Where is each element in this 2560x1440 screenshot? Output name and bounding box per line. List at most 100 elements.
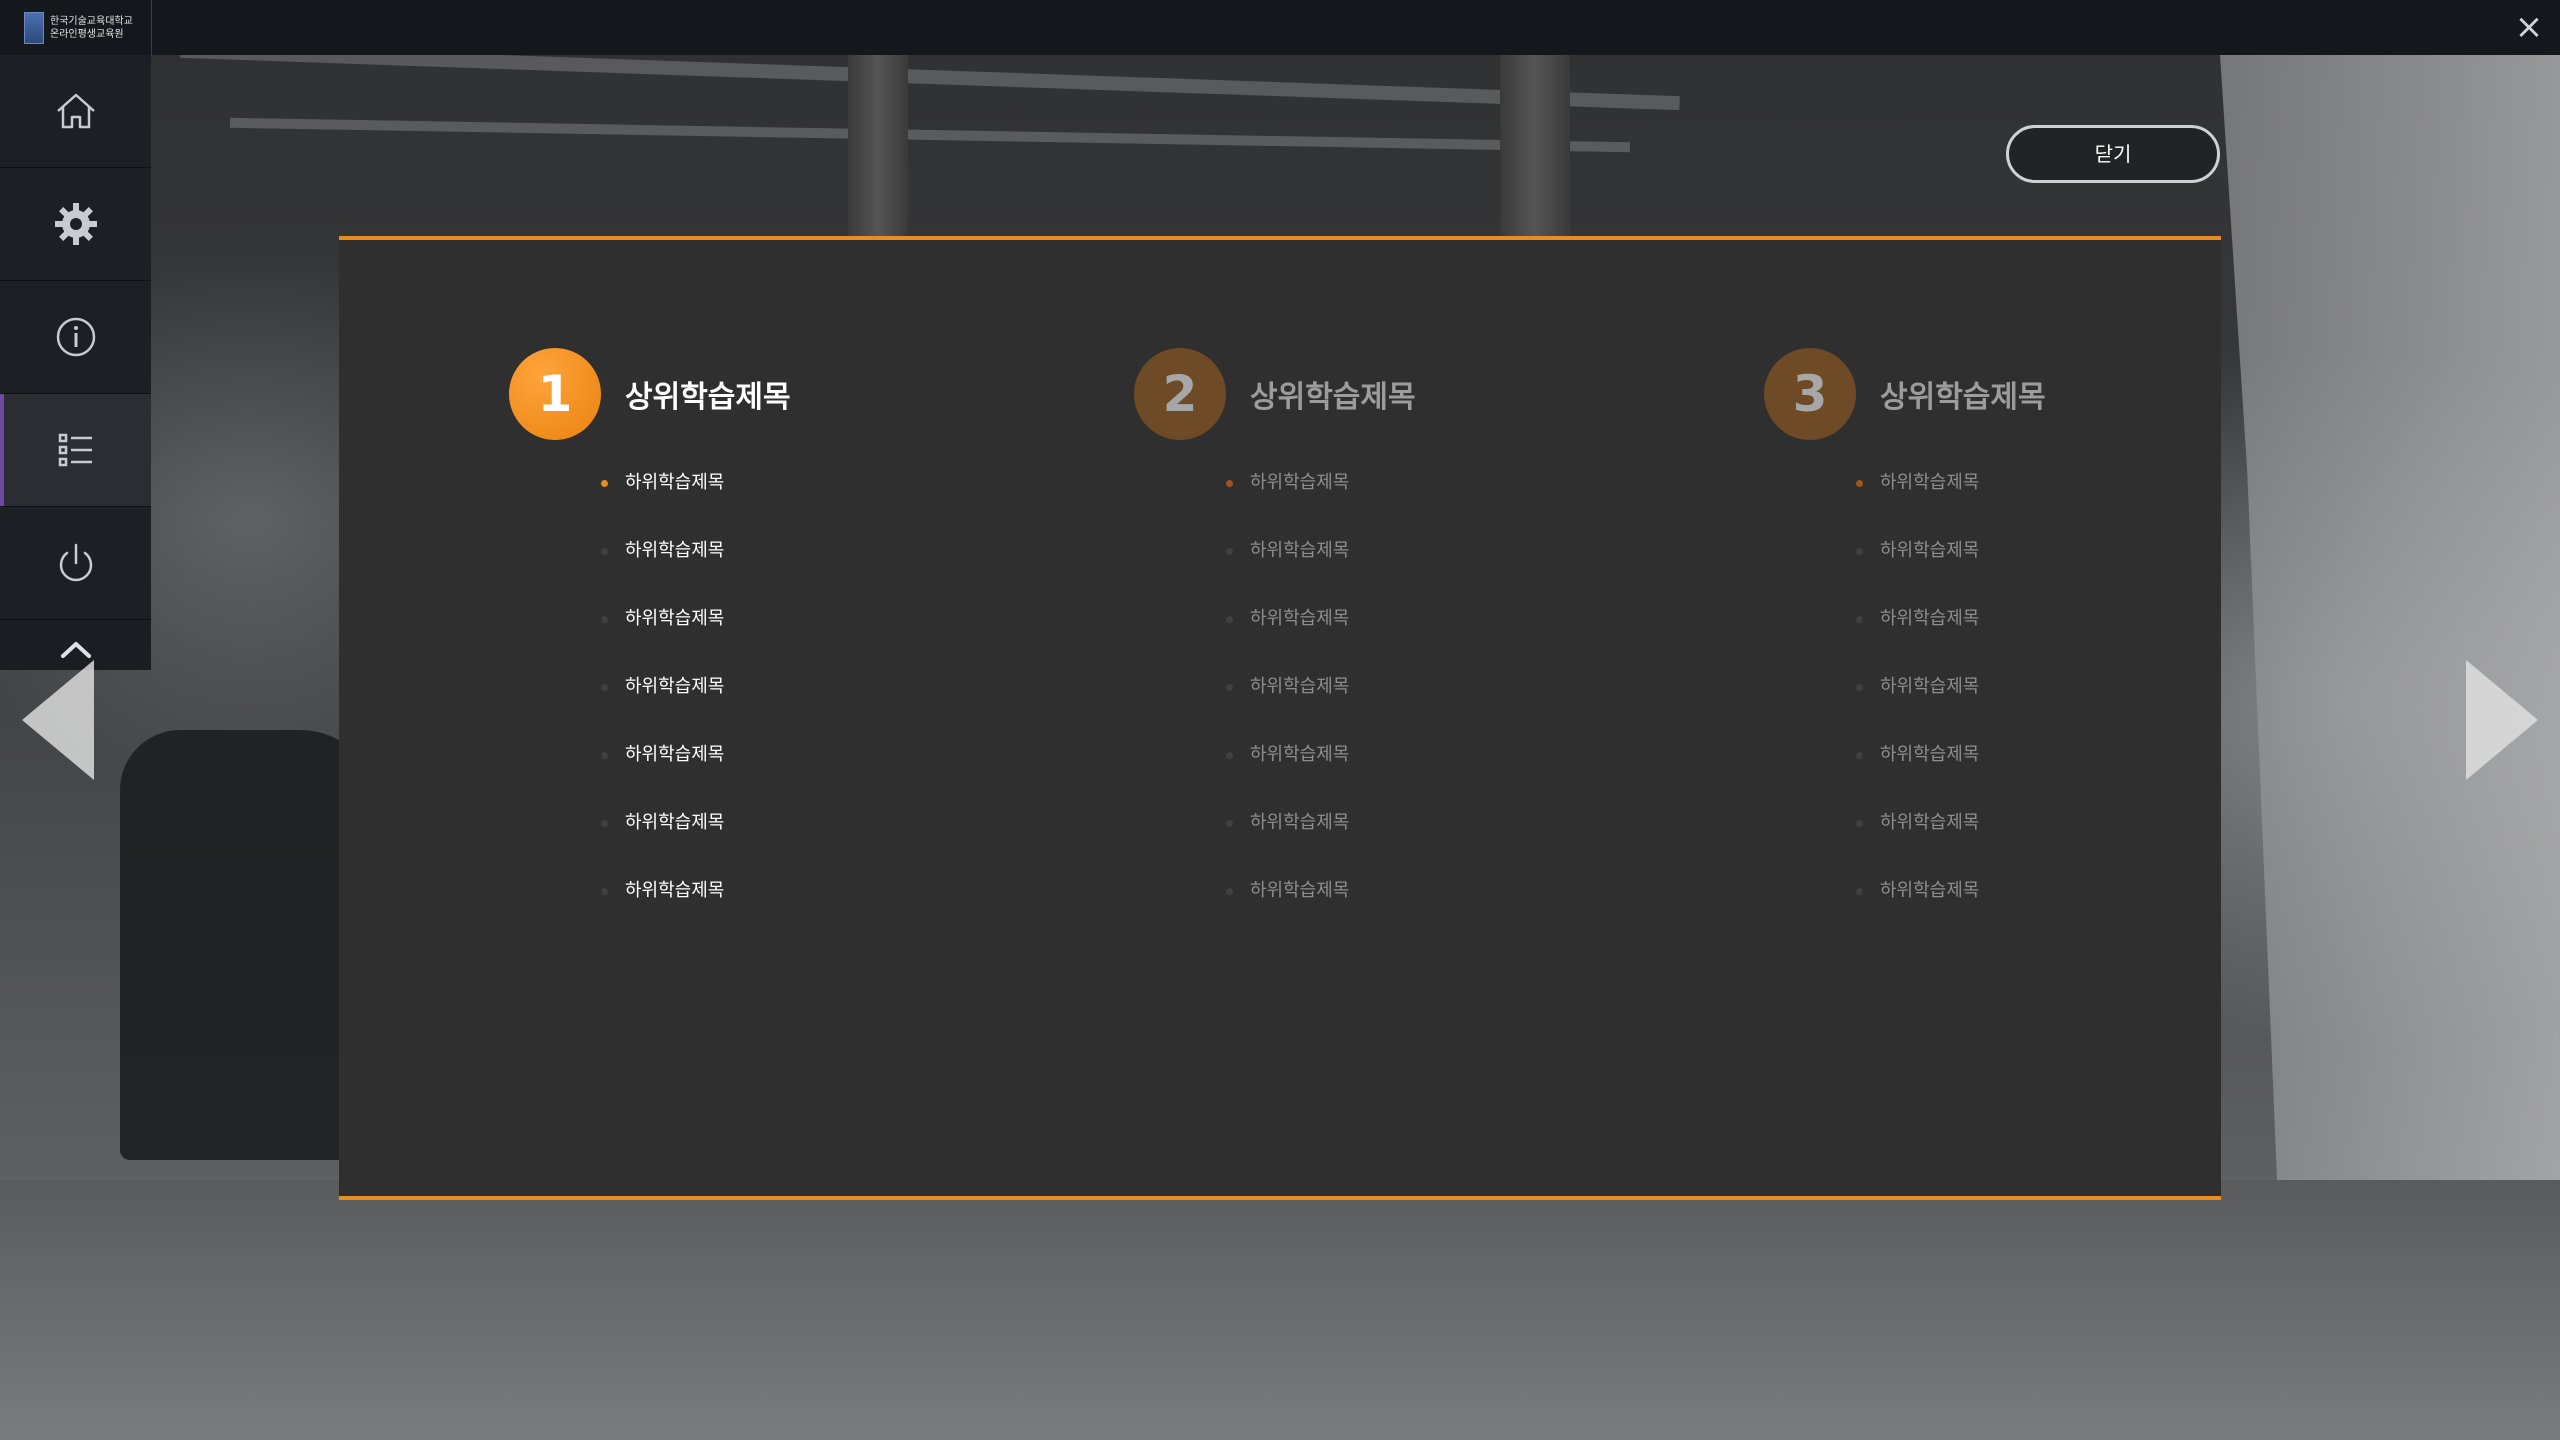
- lesson-title: 하위학습제목: [1880, 812, 1980, 833]
- chevron-up-icon: [60, 641, 91, 658]
- lesson-list: 하위학습제목 하위학습제목 하위학습제목 하위학습제목 하위학습제목 하위학습제…: [601, 458, 1029, 934]
- sidebar-item-contents[interactable]: [0, 394, 151, 507]
- chapter-column-1: 1 상위학습제목 하위학습제목 하위학습제목 하위학습제목 하위학습제목 하위학…: [509, 348, 1029, 934]
- list-item[interactable]: 하위학습제목: [601, 458, 1029, 526]
- lesson-title: 하위학습제목: [1880, 472, 1980, 493]
- bullet-icon: [1226, 616, 1233, 623]
- list-item[interactable]: 하위학습제목: [601, 798, 1029, 866]
- bullet-icon: [1856, 820, 1863, 827]
- sidebar: [0, 55, 151, 670]
- lesson-title: 하위학습제목: [1880, 744, 1980, 765]
- list-item[interactable]: 하위학습제목: [1856, 662, 2284, 730]
- power-icon: [59, 543, 92, 582]
- list-item[interactable]: 하위학습제목: [1856, 866, 2284, 934]
- chapter-column-3: 3 상위학습제목 하위학습제목 하위학습제목 하위학습제목 하위학습제목 하위학…: [1764, 348, 2284, 934]
- sidebar-item-info[interactable]: [0, 281, 151, 394]
- bullet-icon: [1856, 752, 1863, 759]
- lesson-title: 하위학습제목: [625, 472, 725, 493]
- chapter-column-2: 2 상위학습제목 하위학습제목 하위학습제목 하위학습제목 하위학습제목 하위학…: [1134, 348, 1654, 934]
- chapter-header[interactable]: 1 상위학습제목: [509, 348, 1029, 440]
- lesson-title: 하위학습제목: [625, 676, 725, 697]
- sidebar-collapse-button[interactable]: [0, 620, 151, 677]
- sidebar-item-exit[interactable]: [0, 507, 151, 620]
- list-item[interactable]: 하위학습제목: [1856, 594, 2284, 662]
- bullet-icon: [1226, 820, 1233, 827]
- logo-line1: 한국기술교육대학교: [50, 15, 133, 27]
- top-bar: 한국기술교육대학교 온라인평생교육원 ×: [0, 0, 2560, 55]
- lesson-title: 하위학습제목: [625, 744, 725, 765]
- pillar: [848, 55, 908, 245]
- list-item[interactable]: 하위학습제목: [1226, 798, 1654, 866]
- list-item[interactable]: 하위학습제목: [1856, 458, 2284, 526]
- bullet-icon: [601, 820, 608, 827]
- lesson-title: 하위학습제목: [1880, 608, 1980, 629]
- sidebar-item-settings[interactable]: [0, 168, 151, 281]
- bullet-icon: [1856, 888, 1863, 895]
- list-item[interactable]: 하위학습제목: [601, 526, 1029, 594]
- lesson-title: 하위학습제목: [1880, 676, 1980, 697]
- list-item[interactable]: 하위학습제목: [1226, 594, 1654, 662]
- bullet-icon: [1226, 752, 1233, 759]
- bullet-icon: [601, 752, 608, 759]
- home-icon: [56, 93, 95, 129]
- bullet-icon: [1226, 480, 1233, 487]
- logo[interactable]: 한국기술교육대학교 온라인평생교육원: [0, 0, 152, 55]
- chapter-title: 상위학습제목: [1880, 380, 2046, 415]
- lesson-title: 하위학습제목: [625, 540, 725, 561]
- lesson-title: 하위학습제목: [625, 812, 725, 833]
- list-item[interactable]: 하위학습제목: [1856, 526, 2284, 594]
- lesson-list: 하위학습제목 하위학습제목 하위학습제목 하위학습제목 하위학습제목 하위학습제…: [1856, 458, 2284, 934]
- lesson-title: 하위학습제목: [1880, 880, 1980, 901]
- pillar: [1500, 55, 1570, 245]
- logo-emblem-icon: [24, 11, 44, 44]
- chapter-number-badge: 1: [509, 348, 601, 440]
- chapter-title: 상위학습제목: [625, 380, 791, 415]
- lesson-title: 하위학습제목: [1250, 676, 1350, 697]
- list-item[interactable]: 하위학습제목: [1226, 866, 1654, 934]
- list-item[interactable]: 하위학습제목: [601, 866, 1029, 934]
- chapter-number-badge: 2: [1134, 348, 1226, 440]
- close-button[interactable]: 닫기: [2006, 125, 2220, 183]
- floor: [0, 1180, 2560, 1440]
- chapter-header[interactable]: 2 상위학습제목: [1134, 348, 1654, 440]
- lesson-title: 하위학습제목: [1250, 608, 1350, 629]
- list-item[interactable]: 하위학습제목: [1226, 730, 1654, 798]
- logo-text: 한국기술교육대학교 온라인평생교육원: [50, 15, 133, 41]
- list-item[interactable]: 하위학습제목: [1226, 662, 1654, 730]
- lesson-title: 하위학습제목: [1880, 540, 1980, 561]
- lesson-title: 하위학습제목: [625, 608, 725, 629]
- info-icon: [56, 317, 95, 357]
- list-item[interactable]: 하위학습제목: [1226, 526, 1654, 594]
- sidebar-item-home[interactable]: [0, 55, 151, 168]
- lesson-title: 하위학습제목: [625, 880, 725, 901]
- close-icon[interactable]: ×: [2510, 8, 2548, 46]
- list-item[interactable]: 하위학습제목: [601, 594, 1029, 662]
- lesson-list: 하위학습제목 하위학습제목 하위학습제목 하위학습제목 하위학습제목 하위학습제…: [1226, 458, 1654, 934]
- bullet-icon: [1856, 548, 1863, 555]
- chapter-title: 상위학습제목: [1250, 380, 1416, 415]
- list-item[interactable]: 하위학습제목: [1226, 458, 1654, 526]
- list-item[interactable]: 하위학습제목: [601, 730, 1029, 798]
- lesson-title: 하위학습제목: [1250, 812, 1350, 833]
- bullet-icon: [601, 684, 608, 691]
- lesson-title: 하위학습제목: [1250, 472, 1350, 493]
- contents-panel: 1 상위학습제목 하위학습제목 하위학습제목 하위학습제목 하위학습제목 하위학…: [339, 236, 2221, 1200]
- bullet-icon: [1856, 684, 1863, 691]
- list-item[interactable]: 하위학습제목: [1856, 798, 2284, 866]
- bullet-icon: [601, 480, 608, 487]
- gear-icon: [54, 203, 97, 245]
- list-icon: [58, 433, 92, 467]
- logo-line2: 온라인평생교육원: [50, 28, 124, 40]
- lesson-title: 하위학습제목: [1250, 540, 1350, 561]
- bullet-icon: [1856, 480, 1863, 487]
- list-item[interactable]: 하위학습제목: [1856, 730, 2284, 798]
- bullet-icon: [1226, 548, 1233, 555]
- bullet-icon: [1226, 888, 1233, 895]
- lesson-title: 하위학습제목: [1250, 744, 1350, 765]
- bullet-icon: [601, 616, 608, 623]
- lesson-title: 하위학습제목: [1250, 880, 1350, 901]
- bullet-icon: [601, 888, 608, 895]
- list-item[interactable]: 하위학습제목: [601, 662, 1029, 730]
- chapter-header[interactable]: 3 상위학습제목: [1764, 348, 2284, 440]
- bullet-icon: [1856, 616, 1863, 623]
